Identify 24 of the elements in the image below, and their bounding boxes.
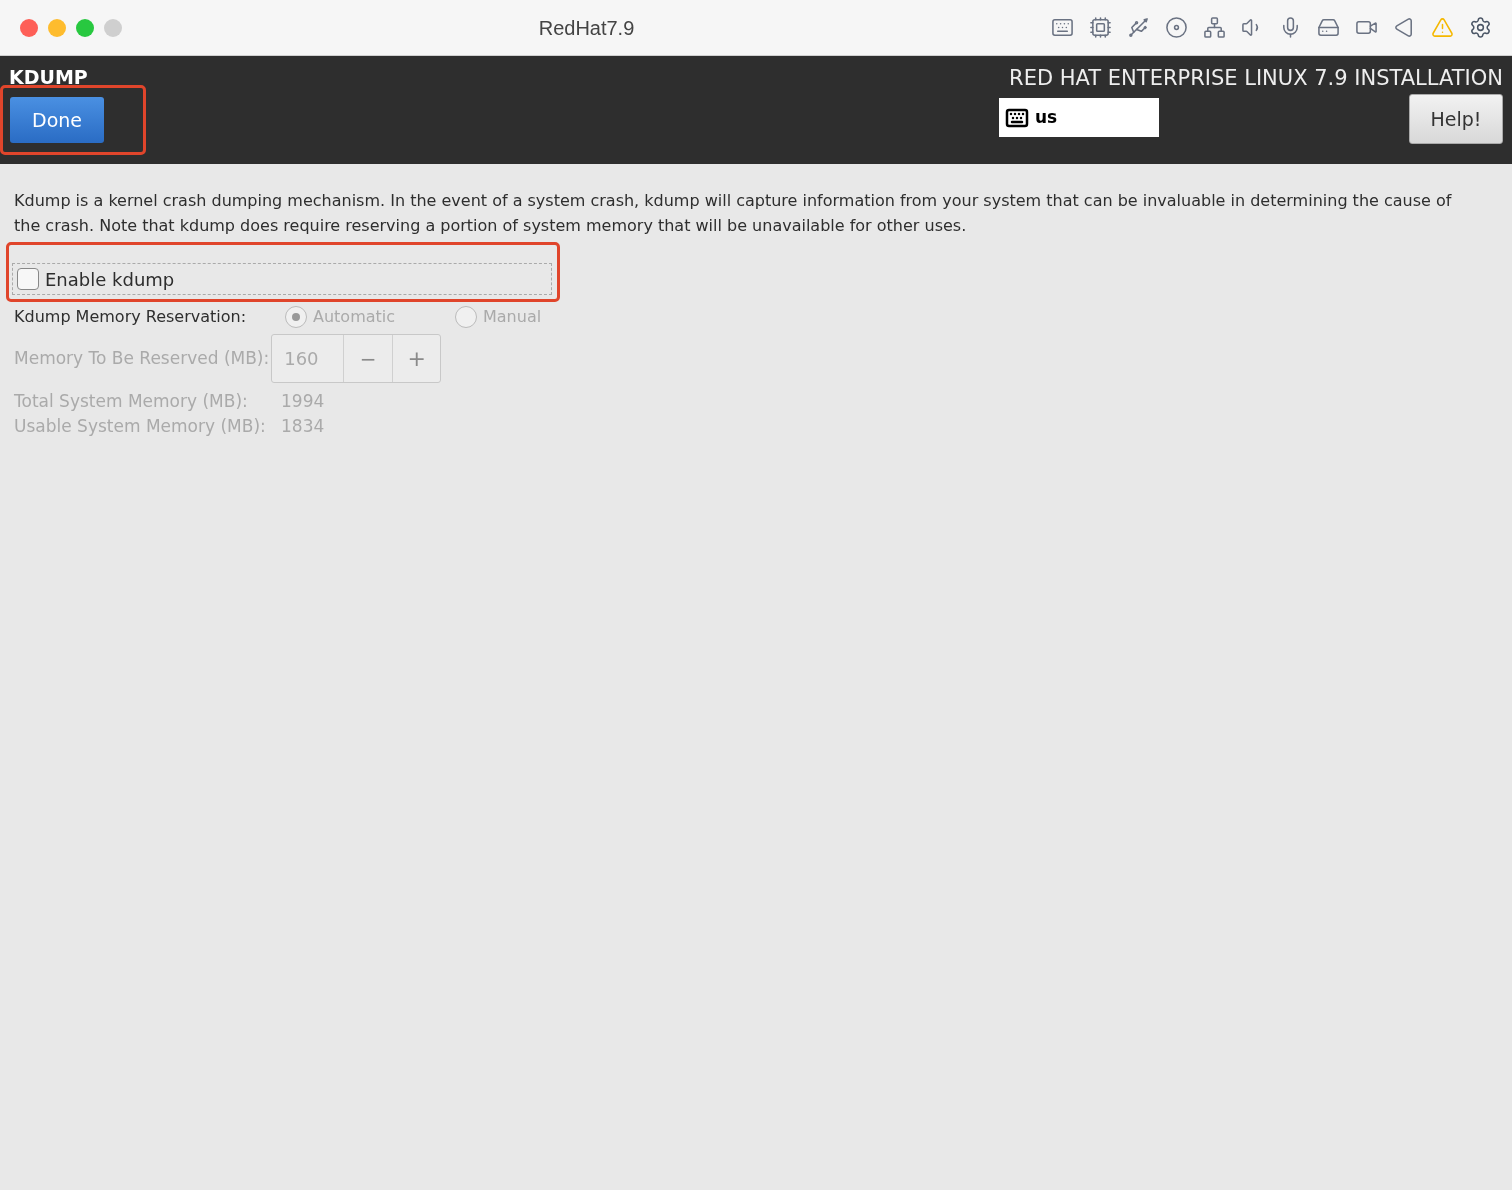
product-title: RED HAT ENTERPRISE LINUX 7.9 INSTALLATION [1009,66,1503,90]
keyboard-icon[interactable] [1051,16,1074,39]
window-title: RedHat7.9 [538,15,635,41]
disc-icon[interactable] [1165,16,1188,39]
memory-info-label: Total System Memory (MB): [14,390,249,413]
network-icon[interactable] [1203,16,1226,39]
keyboard-layout-indicator[interactable]: us [999,98,1159,137]
enable-kdump-checkbox[interactable]: Enable kdump [12,263,552,295]
done-button[interactable]: Done [10,97,104,143]
memory-info-value: 1994 [281,390,325,413]
section-title: KDUMP [9,66,89,88]
settings-icon[interactable] [1469,16,1492,39]
processor-icon[interactable] [1089,16,1112,39]
memory-info-label: Usable System Memory (MB): [14,415,267,438]
description-text: Kdump is a kernel crash dumping mechanism. In the event of a system crash, kdump will capture information from your system that can be invaluable in determining the cause of the crash. Note that kdump does require reserving a portion of system memory that will be unavailable for other uses. [14,190,1453,237]
close-window-button[interactable] [20,18,38,37]
memory-info-value: 1834 [281,415,325,438]
help-button[interactable]: Help! [1409,94,1503,144]
keyboard-layout-label: us [1035,105,1058,129]
usb-icon[interactable] [1127,16,1150,39]
reservation-label: Kdump Memory Reservation: [14,306,248,328]
drive-icon[interactable] [1317,16,1340,39]
memory-reserved-label: Memory To Be Reserved (MB): [14,346,270,370]
memory-value: 160 [272,335,345,382]
